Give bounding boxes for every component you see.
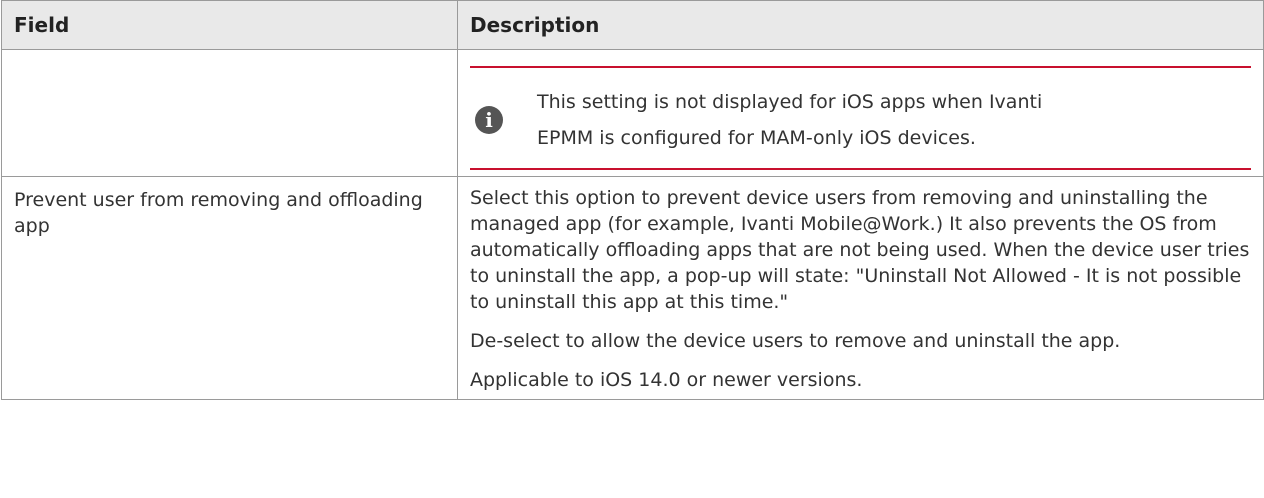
note-text: This setting is not displayed for iOS ap… <box>537 91 1043 149</box>
description-cell: Select this option to prevent device use… <box>457 176 1264 400</box>
note-box: i This setting is not displayed for iOS … <box>470 66 1251 170</box>
description-paragraph: Select this option to prevent device use… <box>470 187 1250 313</box>
column-header-description: Description <box>457 0 1264 50</box>
description-paragraph: Applicable to iOS 14.0 or newer versions… <box>470 369 863 391</box>
column-header-field: Field <box>1 0 458 50</box>
table-row: i This setting is not displayed for iOS … <box>1 49 1264 177</box>
field-cell-empty <box>1 49 458 177</box>
info-icon: i <box>475 106 503 134</box>
field-cell: Prevent user from removing and offloadin… <box>1 176 458 400</box>
table-header-row: Field Description <box>1 0 1264 50</box>
description-cell: i This setting is not displayed for iOS … <box>457 49 1264 177</box>
description-paragraph: De-select to allow the device users to r… <box>470 330 1121 352</box>
table-row: Prevent user from removing and offloadin… <box>1 176 1264 400</box>
settings-table: Field Description i This setting is not … <box>1 0 1264 400</box>
